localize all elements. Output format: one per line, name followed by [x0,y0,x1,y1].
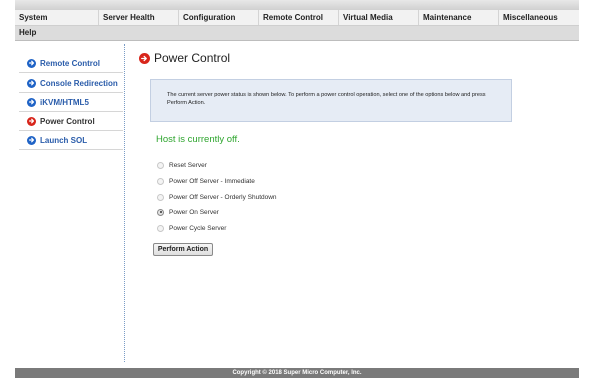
power-option[interactable]: Power Cycle Server [157,222,226,234]
main-menu-bar: System Server Health Configuration Remot… [15,10,579,26]
sidebar-item[interactable]: Launch SOL [19,131,123,150]
sidebar-item-label: Launch SOL [40,135,88,145]
power-option[interactable]: Power Off Server - Orderly Shutdown [157,191,277,203]
radio-button[interactable] [157,208,164,216]
host-status-text: Host is currently off. [156,134,240,145]
menu-virtual-media[interactable]: Virtual Media [339,10,419,25]
power-option[interactable]: Reset Server [157,159,207,171]
page-title: Power Control [154,51,231,65]
secondary-menu-bar: Help [15,26,579,41]
sidebar-item[interactable]: iKVM/HTML5 [19,93,123,112]
power-option[interactable]: Power On Server [157,206,219,218]
menu-miscellaneous[interactable]: Miscellaneous [499,10,579,25]
info-box: The current server power status is shown… [150,79,512,122]
radio-button[interactable] [157,224,164,232]
sidebar-item-label: Power Control [40,116,95,126]
power-option[interactable]: Power Off Server - Immediate [157,175,255,187]
top-banner-strip [15,0,579,10]
arrow-right-circle-icon [27,78,36,88]
page-header: Power Control [139,51,230,65]
sidebar-item[interactable]: Remote Control [19,54,123,73]
arrow-right-circle-icon [27,58,36,68]
radio-label: Power Off Server - Immediate [169,177,255,185]
radio-button[interactable] [157,177,164,185]
radio-label: Power Cycle Server [169,224,227,232]
menu-help[interactable]: Help [15,26,105,40]
menu-configuration[interactable]: Configuration [179,10,259,25]
arrow-right-circle-icon [27,135,36,145]
arrow-right-circle-icon [27,116,36,126]
menu-system[interactable]: System [15,10,99,25]
arrow-right-circle-icon [139,52,150,64]
sidebar-item-label: Remote Control [40,58,100,68]
radio-label: Reset Server [169,161,207,169]
sidebar-item[interactable]: Console Redirection [19,74,123,93]
sidebar-item-label: iKVM/HTML5 [40,97,89,107]
radio-label: Power On Server [169,208,219,216]
radio-button[interactable] [157,193,164,201]
sidebar-item-label: Console Redirection [40,78,118,88]
arrow-right-circle-icon [27,97,36,107]
radio-button[interactable] [157,161,164,169]
menu-server-health[interactable]: Server Health [99,10,179,25]
footer-copyright: Copyright © 2018 Super Micro Computer, I… [15,368,579,378]
menu-maintenance[interactable]: Maintenance [419,10,499,25]
info-text: The current server power status is shown… [167,92,486,106]
perform-action-button[interactable]: Perform Action [153,243,213,256]
radio-label: Power Off Server - Orderly Shutdown [169,193,277,201]
menu-remote-control[interactable]: Remote Control [259,10,339,25]
sidebar-item[interactable]: Power Control [19,112,123,131]
